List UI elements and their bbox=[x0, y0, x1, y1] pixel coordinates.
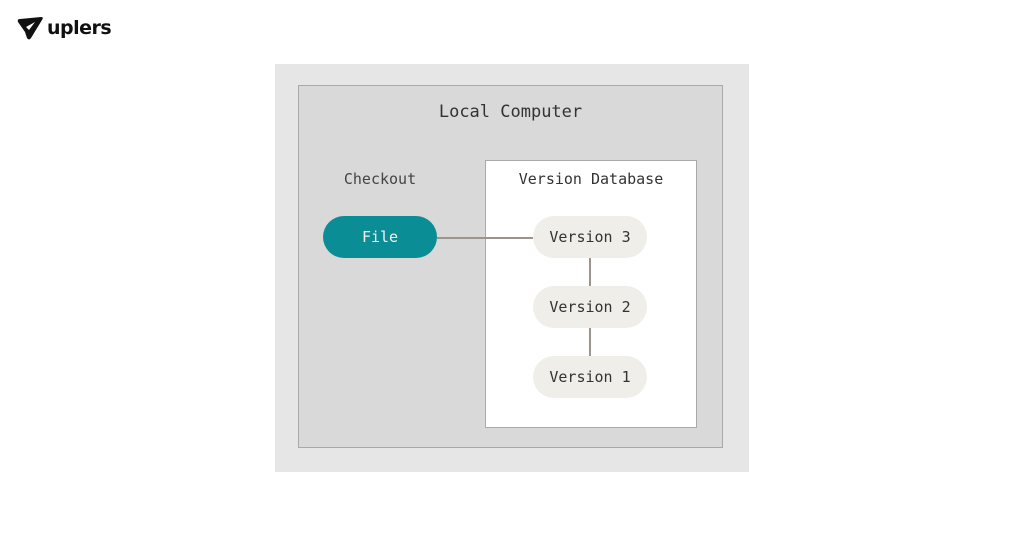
paper-plane-icon bbox=[17, 17, 43, 40]
version-node-label: Version 1 bbox=[549, 368, 631, 386]
version-node-label: Version 3 bbox=[549, 228, 631, 246]
version-node-label: Version 2 bbox=[549, 298, 631, 316]
version-database-label: Version Database bbox=[518, 170, 664, 188]
version-node: Version 2 bbox=[533, 286, 647, 328]
brand-logo[interactable]: uplers bbox=[16, 16, 112, 40]
file-node-label: File bbox=[361, 228, 399, 246]
file-to-version-connector bbox=[437, 237, 533, 239]
brand-name: uplers bbox=[47, 17, 112, 39]
working-file-node: File bbox=[323, 216, 437, 258]
local-computer-label: Local Computer bbox=[438, 102, 583, 122]
version-node: Version 3 bbox=[533, 216, 647, 258]
version-node: Version 1 bbox=[533, 356, 647, 398]
version-connector bbox=[589, 258, 591, 286]
version-connector bbox=[589, 328, 591, 356]
checkout-label: Checkout bbox=[343, 170, 417, 188]
